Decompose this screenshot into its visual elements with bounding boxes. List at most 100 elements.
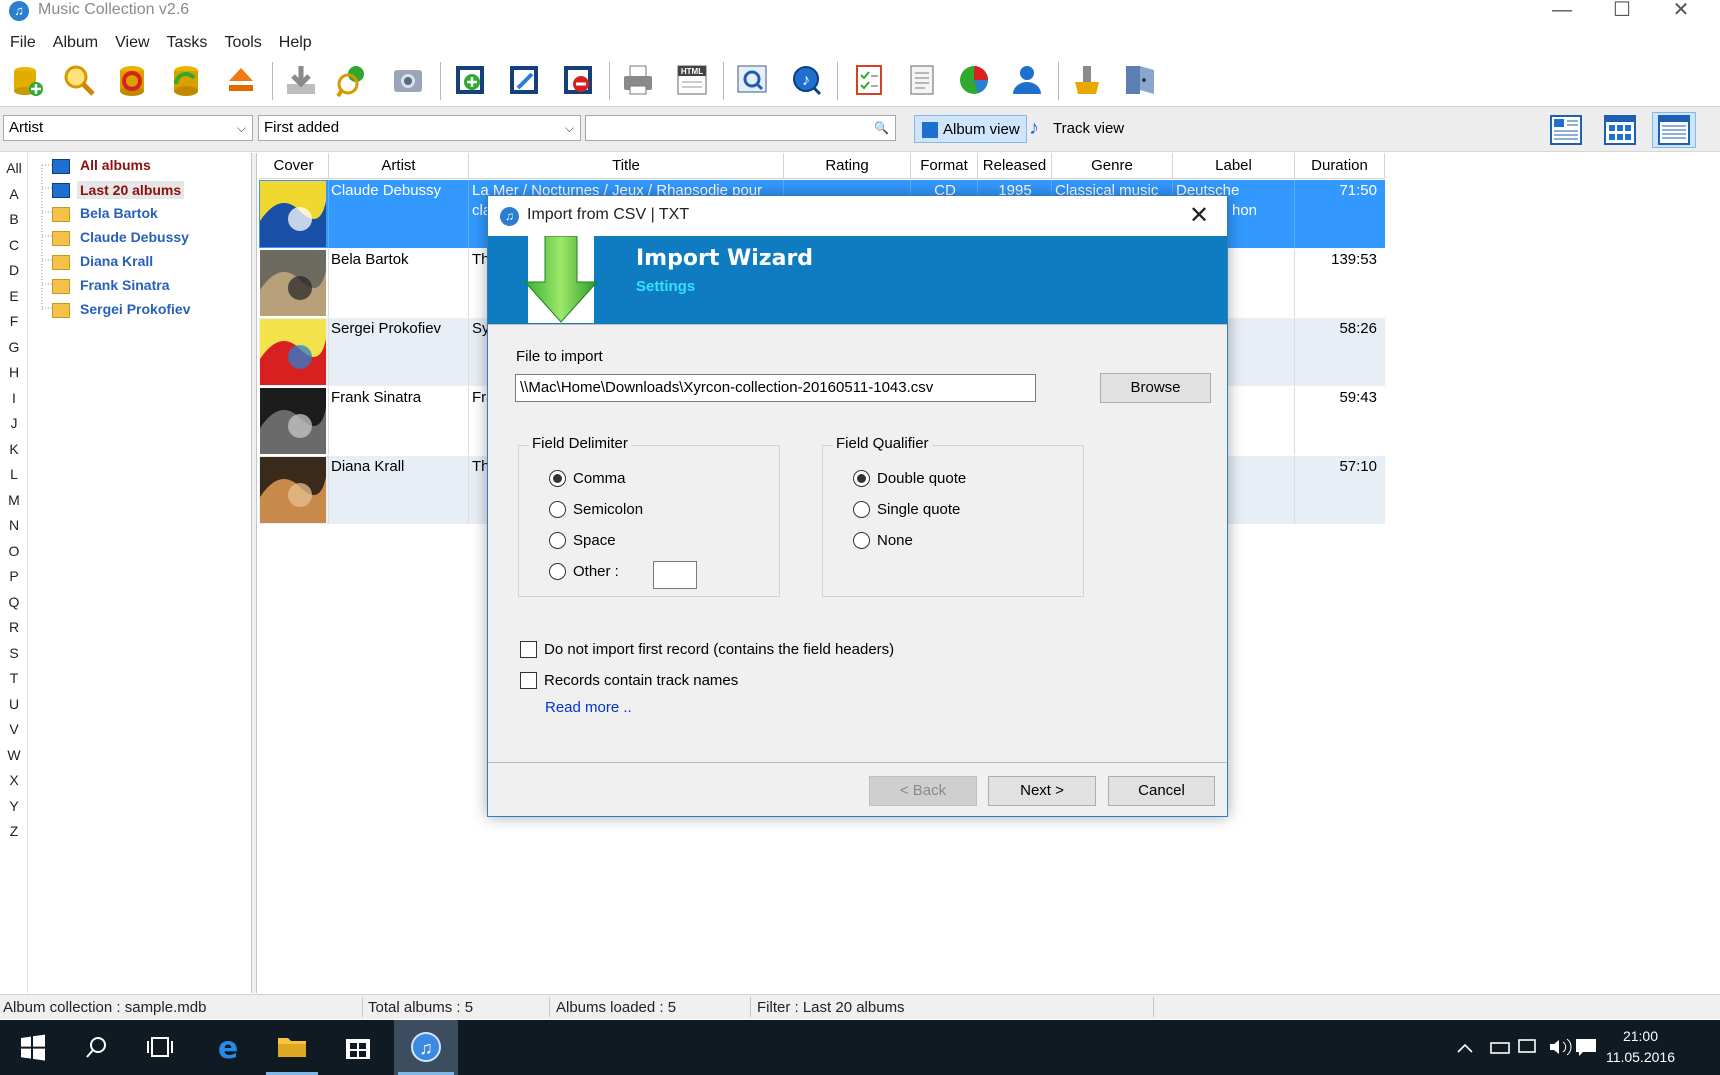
delete-album-icon[interactable] (560, 62, 596, 98)
column-header-title[interactable]: Title (469, 153, 784, 179)
file-explorer-button[interactable] (260, 1020, 324, 1075)
back-button[interactable]: < Back (869, 776, 977, 806)
alpha-filter-r[interactable]: R (0, 619, 28, 635)
new-collection-icon[interactable] (9, 62, 45, 98)
tree-item[interactable]: Diana Krall (80, 253, 153, 269)
search-button[interactable] (64, 1020, 128, 1075)
next-button[interactable]: Next > (988, 776, 1096, 806)
alpha-filter-i[interactable]: I (0, 390, 28, 406)
layout-grid-button[interactable] (1598, 112, 1642, 148)
alpha-filter-x[interactable]: X (0, 772, 28, 788)
alpha-filter-p[interactable]: P (0, 568, 28, 584)
tree-item[interactable]: Sergei Prokofiev (80, 301, 191, 317)
alpha-filter-y[interactable]: Y (0, 798, 28, 814)
alpha-filter-g[interactable]: G (0, 339, 28, 355)
column-header-released[interactable]: Released (978, 153, 1052, 179)
alpha-filter-t[interactable]: T (0, 670, 28, 686)
maximize-icon[interactable]: ☐ (1593, 0, 1651, 22)
cancel-button[interactable]: Cancel (1108, 776, 1215, 806)
track-view-button[interactable]: ♪ Track view (1025, 115, 1130, 143)
alpha-filter-k[interactable]: K (0, 441, 28, 457)
scan-covers-icon[interactable] (390, 62, 426, 98)
search-web-icon[interactable] (734, 62, 770, 98)
eject-icon[interactable] (223, 62, 259, 98)
alpha-filter-all[interactable]: All (0, 160, 28, 176)
settings-icon[interactable] (1069, 62, 1105, 98)
alpha-filter-l[interactable]: L (0, 466, 28, 482)
sort-by-select[interactable]: First added ⌵ (258, 115, 581, 141)
alpha-filter-a[interactable]: A (0, 186, 28, 202)
alpha-filter-q[interactable]: Q (0, 594, 28, 610)
column-header-artist[interactable]: Artist (329, 153, 469, 179)
tree-item[interactable]: Claude Debussy (80, 229, 189, 245)
alpha-filter-u[interactable]: U (0, 696, 28, 712)
menu-file[interactable]: File (0, 31, 43, 55)
find-album-icon[interactable] (336, 62, 372, 98)
alpha-filter-m[interactable]: M (0, 492, 28, 508)
alpha-filter-v[interactable]: V (0, 721, 28, 737)
svg-text:♫: ♫ (419, 1038, 433, 1058)
alpha-filter-o[interactable]: O (0, 543, 28, 559)
system-tray[interactable] (1456, 1034, 1601, 1060)
layout-details-button[interactable] (1544, 112, 1588, 148)
import-icon[interactable] (283, 62, 319, 98)
music-collection-taskbar-button[interactable]: ♫ (394, 1020, 458, 1075)
task-view-button[interactable] (128, 1020, 192, 1075)
menu-tools[interactable]: Tools (214, 31, 268, 55)
edit-album-icon[interactable] (506, 62, 542, 98)
print-icon[interactable] (620, 62, 656, 98)
tree-item[interactable]: Bela Bartok (80, 205, 158, 221)
add-album-icon[interactable] (452, 62, 488, 98)
open-collection-icon[interactable] (61, 62, 97, 98)
column-header-format[interactable]: Format (911, 153, 978, 179)
html-export-icon[interactable]: HTML (674, 62, 710, 98)
tree-item[interactable]: Last 20 albums (77, 181, 185, 199)
group-by-select[interactable]: Artist ⌵ (3, 115, 253, 141)
album-view-button[interactable]: Album view (914, 115, 1027, 143)
alpha-filter-s[interactable]: S (0, 645, 28, 661)
search-input[interactable]: 🔍 (585, 115, 896, 141)
statistics-icon[interactable] (956, 62, 992, 98)
checklist-icon[interactable] (851, 62, 887, 98)
close-window-icon[interactable]: ✕ (1652, 0, 1710, 22)
alpha-filter-f[interactable]: F (0, 313, 28, 329)
tree-item[interactable]: Frank Sinatra (80, 277, 169, 293)
panel-splitter[interactable] (251, 153, 257, 993)
column-header-genre[interactable]: Genre (1052, 153, 1173, 179)
column-header-cover[interactable]: Cover (259, 153, 329, 179)
menu-album[interactable]: Album (43, 31, 105, 55)
edge-button[interactable]: e (196, 1020, 260, 1075)
minimize-icon[interactable]: — (1533, 0, 1591, 22)
file-path-input[interactable]: \\Mac\Home\Downloads\Xyrcon-collection-2… (515, 374, 1036, 402)
backup-icon[interactable] (114, 62, 150, 98)
exit-icon[interactable] (1122, 62, 1158, 98)
other-delimiter-input[interactable] (653, 561, 697, 589)
menu-tasks[interactable]: Tasks (157, 31, 215, 55)
column-header-rating[interactable]: Rating (784, 153, 911, 179)
alpha-filter-b[interactable]: B (0, 211, 28, 227)
menu-help[interactable]: Help (269, 31, 319, 55)
restore-icon[interactable] (168, 62, 204, 98)
alpha-filter-h[interactable]: H (0, 364, 28, 380)
alpha-filter-c[interactable]: C (0, 237, 28, 253)
column-header-label[interactable]: Label (1173, 153, 1295, 179)
user-icon[interactable] (1009, 62, 1045, 98)
music-search-icon[interactable]: ♪ (788, 62, 824, 98)
layout-list-button[interactable] (1652, 112, 1696, 148)
start-button[interactable] (0, 1020, 64, 1075)
menu-view[interactable]: View (105, 31, 156, 55)
clock[interactable]: 21:00 11.05.2016 (1606, 1026, 1675, 1068)
alpha-filter-e[interactable]: E (0, 288, 28, 304)
column-header-duration[interactable]: Duration (1295, 153, 1385, 179)
dialog-close-icon[interactable]: ✕ (1189, 201, 1209, 230)
tree-item[interactable]: All albums (80, 157, 151, 173)
alpha-filter-d[interactable]: D (0, 262, 28, 278)
alpha-filter-w[interactable]: W (0, 747, 28, 763)
report-icon[interactable] (904, 62, 940, 98)
browse-button[interactable]: Browse (1100, 373, 1211, 403)
alpha-filter-z[interactable]: Z (0, 823, 28, 839)
alpha-filter-j[interactable]: J (0, 415, 28, 431)
read-more-link[interactable]: Read more .. (545, 699, 632, 716)
store-button[interactable] (326, 1020, 390, 1075)
alpha-filter-n[interactable]: N (0, 517, 28, 533)
